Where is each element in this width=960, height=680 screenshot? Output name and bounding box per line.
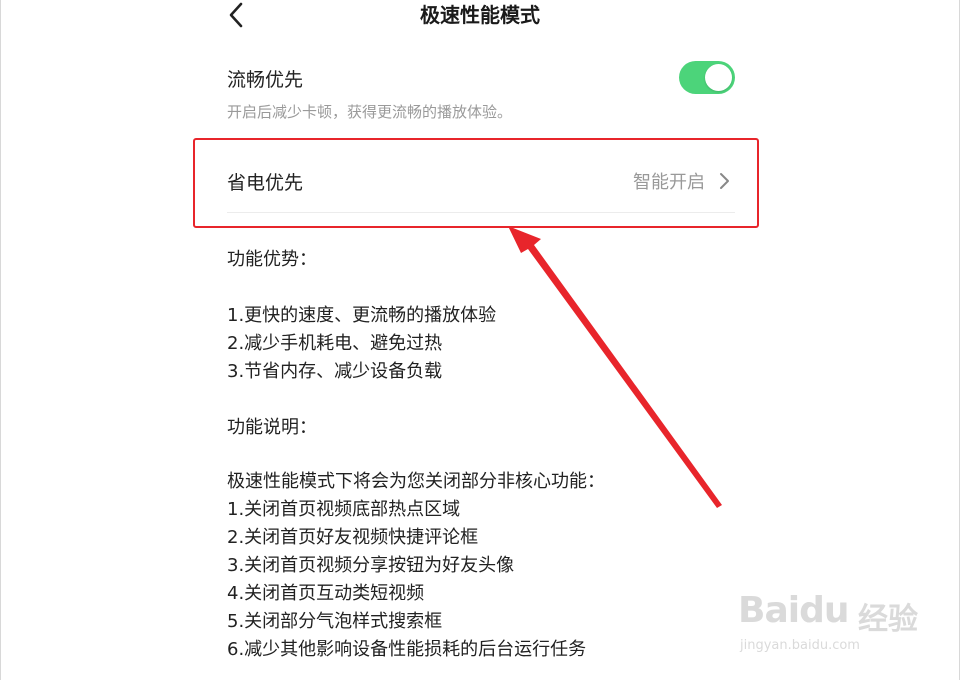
advantage-item: 1.更快的速度、更流畅的播放体验	[227, 305, 497, 326]
explanation-intro: 极速性能模式下将会为您关闭部分非核心功能：	[227, 471, 605, 492]
highlight-box	[193, 138, 759, 228]
explanation-heading: 功能说明：	[227, 417, 317, 438]
explanation-item: 5.关闭部分气泡样式搜索框	[227, 611, 443, 632]
smooth-priority-toggle[interactable]	[679, 61, 735, 94]
explanation-item: 1.关闭首页视频底部热点区域	[227, 499, 461, 520]
explanation-item: 6.减少其他影响设备性能损耗的后台运行任务	[227, 639, 587, 660]
page-title: 极速性能模式	[420, 3, 540, 27]
smooth-priority-description: 开启后减少卡顿，获得更流畅的播放体验。	[227, 103, 513, 121]
watermark-brand: Baidu	[738, 590, 849, 631]
watermark-brand-cn: 经验	[858, 602, 918, 637]
left-border	[0, 0, 1, 680]
baidu-watermark: Baidu 经验 jingyan.baidu.com	[738, 580, 938, 660]
explanation-item: 3.关闭首页视频分享按钮为好友头像	[227, 555, 515, 576]
advantages-heading: 功能优势：	[227, 249, 317, 270]
advantage-item: 2.减少手机耗电、避免过热	[227, 333, 443, 354]
smooth-priority-label: 流畅优先	[227, 69, 304, 91]
explanation-item: 2.关闭首页好友视频快捷评论框	[227, 527, 479, 548]
explanation-item: 4.关闭首页互动类短视频	[227, 583, 425, 604]
advantage-item: 3.节省内存、减少设备负载	[227, 361, 443, 382]
toggle-knob	[705, 64, 732, 91]
watermark-url: jingyan.baidu.com	[740, 638, 860, 653]
